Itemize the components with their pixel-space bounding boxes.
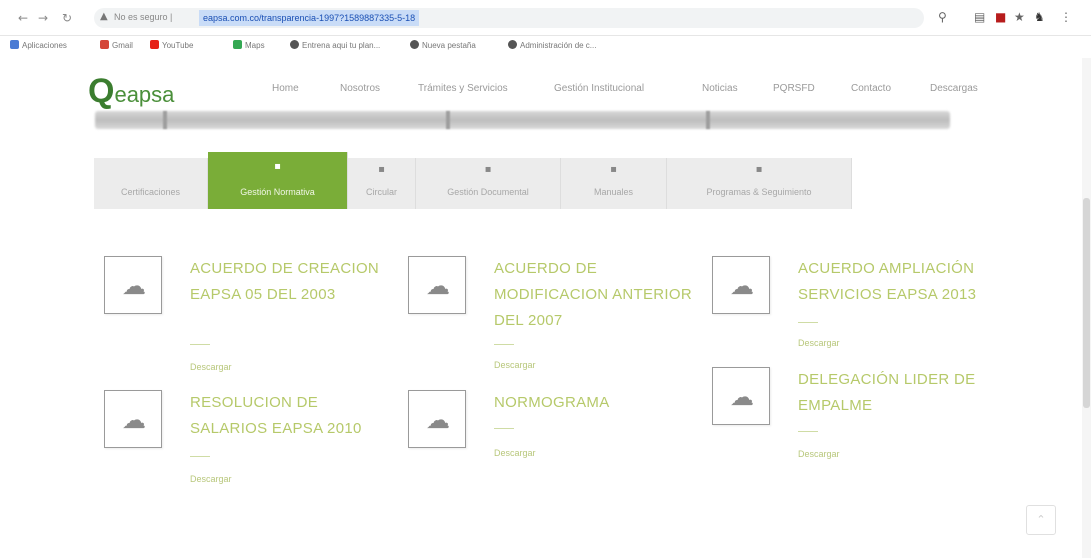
gmail-icon xyxy=(100,40,109,49)
forward-arrow-icon[interactable]: → xyxy=(38,11,48,25)
tab-gestion-normativa[interactable]: ▪ Gestión Normativa xyxy=(208,152,348,209)
menu-item-contacto[interactable]: Contacto xyxy=(851,83,891,94)
url-text[interactable]: eapsa.com.co/transparencia-1997?15898873… xyxy=(199,10,420,26)
cloud-download-icon: ☁ xyxy=(426,406,450,434)
document-icon xyxy=(94,164,207,175)
cloud-download-icon: ☁ xyxy=(122,406,146,434)
menu-dots-icon[interactable]: ⋮ xyxy=(1060,10,1072,24)
document-icon: ▪ xyxy=(610,164,617,175)
bookmark-item[interactable]: Nueva pestaña xyxy=(410,40,476,50)
menu-item-descargas[interactable]: Descargas xyxy=(930,83,978,94)
tab-programas-seguimiento[interactable]: ▪ Programas & Seguimiento xyxy=(667,158,852,209)
search-icon[interactable]: ⚲ xyxy=(938,10,947,24)
logo-q: Q xyxy=(88,72,115,110)
banner-divider xyxy=(446,111,450,129)
document-title[interactable]: DELEGACIÓN LIDER DE EMPALME xyxy=(798,367,998,419)
apps-grid-icon xyxy=(10,40,19,49)
bookmarks-bar: Aplicaciones Gmail YouTube Maps Entrena … xyxy=(0,37,1091,55)
title-divider xyxy=(494,428,514,429)
tab-gestion-documental[interactable]: ▪ Gestión Documental xyxy=(416,158,561,209)
bookmark-star-icon[interactable]: ★ xyxy=(1014,10,1025,24)
title-divider xyxy=(190,344,210,345)
tab-manuales[interactable]: ▪ Manuales xyxy=(561,158,667,209)
menu-item-nosotros[interactable]: Nosotros xyxy=(340,83,380,94)
bookmark-item[interactable]: Maps xyxy=(233,40,265,50)
document-title[interactable]: RESOLUCION DE SALARIOS EAPSA 2010 xyxy=(190,390,380,442)
document-title[interactable]: ACUERDO AMPLIACIÓN SERVICIOS EAPSA 2013 xyxy=(798,256,998,308)
site-logo[interactable]: Qeapsa xyxy=(88,72,174,111)
extension-icon[interactable]: ▤ xyxy=(974,10,985,24)
document-icon: ▪ xyxy=(378,164,385,175)
page-scrollbar[interactable] xyxy=(1082,58,1091,558)
menu-item-tramites[interactable]: Trámites y Servicios xyxy=(418,83,508,94)
menu-item-noticias[interactable]: Noticias xyxy=(702,83,738,94)
profile-icon[interactable]: ♞ xyxy=(1034,10,1045,24)
title-divider xyxy=(190,456,210,457)
document-icon: ▪ xyxy=(484,164,492,175)
cloud-download-icon: ☁ xyxy=(426,272,450,300)
download-box[interactable]: ☁ xyxy=(712,367,770,425)
download-box[interactable]: ☁ xyxy=(712,256,770,314)
document-title[interactable]: ACUERDO DE MODIFICACION ANTERIOR DEL 200… xyxy=(494,256,694,334)
extension-icon[interactable]: ■ xyxy=(995,10,1006,24)
banner-strip xyxy=(95,111,950,129)
download-box[interactable]: ☁ xyxy=(104,256,162,314)
browser-toolbar: ← → ↻ ▲ No es seguro | eapsa.com.co/tran… xyxy=(0,0,1091,36)
cloud-download-icon: ☁ xyxy=(730,272,754,300)
download-link[interactable]: Descargar xyxy=(190,362,232,372)
tab-certificaciones[interactable]: Certificaciones xyxy=(94,158,208,209)
bookmark-item[interactable]: Aplicaciones xyxy=(10,40,67,50)
title-divider xyxy=(798,431,818,432)
not-secure-label: No es seguro | xyxy=(114,12,173,22)
download-link[interactable]: Descargar xyxy=(494,448,536,458)
bookmark-item[interactable]: Gmail xyxy=(100,40,133,50)
document-title[interactable]: NORMOGRAMA xyxy=(494,390,694,416)
title-divider xyxy=(798,322,818,323)
scrollbar-thumb[interactable] xyxy=(1083,198,1090,408)
logo-text: eapsa xyxy=(114,82,175,107)
menu-item-home[interactable]: Home xyxy=(272,83,299,94)
download-link[interactable]: Descargar xyxy=(494,360,536,370)
cloud-download-icon: ☁ xyxy=(122,272,146,300)
tab-circular[interactable]: ▪ Circular xyxy=(348,158,416,209)
maps-icon xyxy=(233,40,242,49)
youtube-icon xyxy=(150,40,159,49)
download-box[interactable]: ☁ xyxy=(104,390,162,448)
reload-icon[interactable]: ↻ xyxy=(62,11,72,25)
document-title[interactable]: ACUERDO DE CREACION EAPSA 05 DEL 2003 xyxy=(190,256,390,308)
download-box[interactable]: ☁ xyxy=(408,390,466,448)
globe-icon xyxy=(410,40,419,49)
download-link[interactable]: Descargar xyxy=(798,449,840,459)
bookmark-item[interactable]: Entrena aqui tu plan... xyxy=(290,40,380,50)
banner-divider xyxy=(706,111,710,129)
cloud-download-icon: ☁ xyxy=(730,383,754,411)
globe-icon xyxy=(508,40,517,49)
download-box[interactable]: ☁ xyxy=(408,256,466,314)
address-bar[interactable]: ▲ No es seguro | eapsa.com.co/transparen… xyxy=(94,8,924,28)
warning-icon: ▲ xyxy=(100,11,108,22)
document-icon: ▪ xyxy=(274,161,281,172)
back-arrow-icon[interactable]: ← xyxy=(18,11,28,25)
banner-divider xyxy=(163,111,167,129)
menu-item-pqrsfd[interactable]: PQRSFD xyxy=(773,83,815,94)
download-link[interactable]: Descargar xyxy=(190,474,232,484)
bookmark-item[interactable]: Administración de c... xyxy=(508,40,596,50)
document-icon: ▪ xyxy=(755,164,763,175)
scroll-to-top-button[interactable]: ⌃ xyxy=(1026,505,1056,535)
menu-item-gestion[interactable]: Gestión Institucional xyxy=(554,83,644,94)
chevron-up-icon: ⌃ xyxy=(1036,513,1046,526)
title-divider xyxy=(494,344,514,345)
globe-icon xyxy=(290,40,299,49)
bookmark-item[interactable]: YouTube xyxy=(150,40,193,50)
download-link[interactable]: Descargar xyxy=(798,338,840,348)
